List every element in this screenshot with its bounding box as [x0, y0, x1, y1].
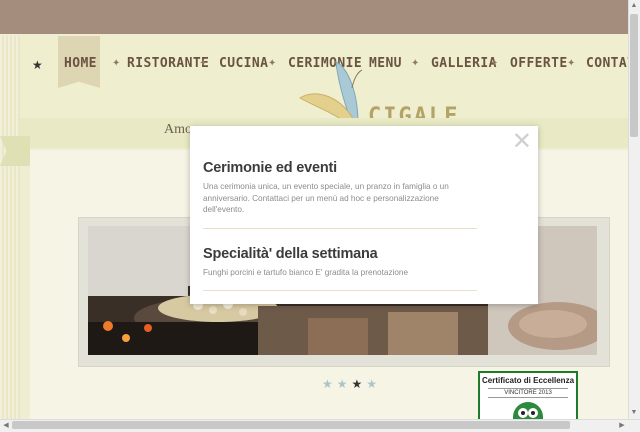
scroll-right-arrow-icon[interactable]: ▶	[616, 421, 628, 429]
scroll-up-arrow-icon[interactable]: ▲	[628, 2, 640, 9]
slider-dot-star-icon[interactable]: ★	[366, 377, 377, 391]
modal-section-events: Cerimonie ed eventi Una cerimonia unica,…	[203, 160, 477, 216]
nav-separator-icon: ✦	[567, 58, 576, 69]
close-icon[interactable]: ✕	[512, 130, 532, 154]
modal-divider	[203, 290, 477, 291]
slider-dot-star-icon[interactable]: ★	[352, 377, 363, 391]
nav-separator-icon: ✦	[490, 58, 499, 69]
badge-title: Certificato di Eccellenza	[481, 376, 575, 385]
badge-subtitle: VINCITORE 2013	[488, 388, 568, 398]
nav-item-offerte[interactable]: OFFERTE	[510, 54, 568, 74]
slider-pagination: ★ ★ ★ ★	[322, 375, 381, 391]
modal-section-text: Una cerimonia unica, un evento speciale,…	[203, 182, 449, 214]
horizontal-scroll-thumb[interactable]	[12, 421, 570, 429]
tripadvisor-badge[interactable]: Certificato di Eccellenza VINCITORE 2013	[478, 371, 578, 425]
nav-separator-icon: ✦	[268, 58, 277, 69]
announcement-modal: ✕ Cerimonie ed eventi Una cerimonia unic…	[190, 126, 538, 304]
modal-section-specials: Specialità' della settimana Funghi porci…	[203, 246, 477, 279]
nav-item-home[interactable]: HOME	[64, 54, 97, 74]
slider-dot-star-icon[interactable]: ★	[337, 377, 348, 391]
scroll-down-arrow-icon[interactable]: ▼	[628, 409, 640, 416]
nav-item-ristorante[interactable]: RISTORANTE	[127, 54, 209, 74]
nav-separator-icon: ✦	[199, 58, 208, 69]
scroll-left-arrow-icon[interactable]: ◀	[0, 421, 12, 429]
vertical-scroll-thumb[interactable]	[630, 14, 638, 137]
nav-separator-icon: ✦	[112, 58, 121, 69]
top-bar	[0, 0, 628, 34]
modal-divider	[203, 228, 477, 229]
modal-section-text: Funghi porcini e tartufo bianco E' gradi…	[203, 268, 409, 277]
modal-section-title: Cerimonie ed eventi	[203, 160, 337, 176]
star-icon: ★	[32, 58, 43, 72]
tagline-text: Amo	[164, 122, 192, 137]
modal-section-title: Specialità' della settimana	[203, 246, 378, 262]
left-stripe	[0, 36, 20, 419]
nav-item-cucina[interactable]: CUCINA	[219, 54, 268, 74]
slider-dot-star-icon[interactable]: ★	[322, 377, 333, 391]
